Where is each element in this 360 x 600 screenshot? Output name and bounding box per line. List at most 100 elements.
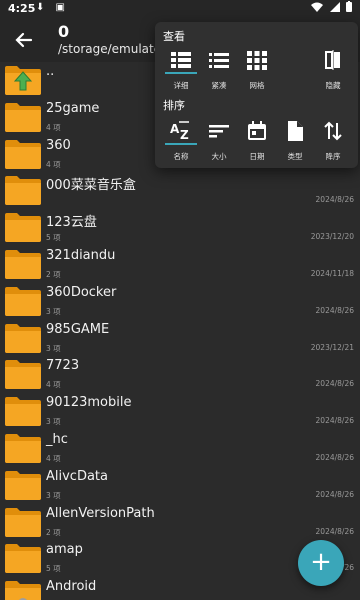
file-name: amap [46,542,83,558]
file-name: AlivcData [46,468,108,484]
sort-size-option[interactable]: 大小 [199,119,239,171]
hide-label: 隐藏 [325,81,341,90]
sort-direction-option[interactable]: 降序 [313,119,353,171]
item-count-label: 5 项 [46,564,61,574]
item-count-label: 4 项 [46,122,61,132]
folder-icon [4,506,42,538]
list-item[interactable]: 985GAME 3 项 2023/12/21 [0,320,360,356]
view-grid-label: 网格 [249,81,265,90]
file-name: 360 [46,137,71,153]
modified-date: 2024/8/26 [315,489,354,499]
item-count-label: 3 项 [46,490,61,500]
sort-direction-label: 降序 [325,152,341,161]
view-compact-icon [207,48,231,72]
svg-text:Z: Z [180,128,189,142]
add-button[interactable]: + [298,540,344,586]
file-name: Android [46,579,97,595]
file-name: 90123mobile [46,395,132,411]
selected-indicator [165,72,197,74]
android-folder-icon [4,579,42,600]
folder-icon [4,248,42,280]
modified-date: 2024/8/26 [315,379,354,389]
parent-folder-icon [4,64,42,96]
sort-date-label: 日期 [249,152,265,161]
file-name: AllenVersionPath [46,505,155,521]
modified-date: 2024/8/26 [315,195,354,205]
notification-icons: ⬇ ▣ [36,2,70,13]
item-count-label: 3 项 [46,306,61,316]
item-count-label: 3 项 [46,417,61,427]
item-count-label: 2 项 [46,270,61,279]
list-item[interactable]: 123云盘 5 项 2023/12/20 [0,209,360,245]
view-grid-option[interactable]: 网格 [237,48,277,100]
modified-date: 2024/8/26 [315,526,354,536]
item-count-label: 4 项 [46,159,61,169]
sort-name-label: 名称 [173,152,189,161]
signal-icon [329,2,340,12]
file-name: 321diandu [46,248,116,263]
modified-date: 2024/8/26 [315,453,354,462]
list-item[interactable]: 000菜菜音乐盒 2024/8/26 [0,172,360,208]
folder-icon [4,395,42,427]
sort-type-option[interactable]: 类型 [275,119,315,171]
item-count-label: 4 项 [46,454,61,463]
battery-icon [346,1,352,12]
folder-icon [4,469,42,501]
calendar-icon [245,119,269,143]
hide-option[interactable]: 隐藏 [313,48,353,100]
sort-direction-icon [321,119,345,143]
file-name: 360Docker [46,284,117,300]
folder-icon [4,174,42,206]
folder-icon [4,211,42,243]
list-item[interactable]: AlivcData 3 项 2024/8/26 [0,467,360,503]
status-time: 4:25 [8,2,36,15]
item-count-label: 2 项 [46,527,61,537]
list-item[interactable]: 7723 4 项 2024/8/26 [0,356,360,392]
status-bar: 4:25 ⬇ ▣ [0,0,360,18]
file-type-icon [283,119,307,143]
sort-size-icon [207,119,231,143]
folder-icon [4,358,42,390]
view-grid-icon [245,48,269,72]
view-sort-menu: 查看 详细 紧凑 网格 隐藏 排序 AZ 名称 大小 日期 类型 降序 [155,22,358,168]
item-count-label: 4 项 [46,380,61,390]
selected-indicator [165,143,197,145]
system-status-icons [311,1,352,15]
list-item[interactable]: AllenVersionPath 2 项 2024/8/26 [0,504,360,540]
list-item[interactable]: 360Docker 3 项 2024/8/26 [0,283,360,319]
file-name: 7723 [46,358,80,374]
back-arrow-icon[interactable] [10,26,38,54]
view-compact-label: 紧凑 [211,81,227,90]
sort-size-label: 大小 [211,152,227,161]
sort-section-title: 排序 [163,99,185,112]
modified-date: 2024/11/18 [310,269,354,278]
modified-date: 2023/12/20 [310,232,354,242]
folder-icon [4,432,42,464]
file-name: _hc [46,432,68,447]
svg-text:A: A [170,122,180,136]
file-name: 985GAME [46,321,110,337]
view-detail-label: 详细 [173,81,189,90]
sort-date-option[interactable]: 日期 [237,119,277,171]
view-compact-option[interactable]: 紧凑 [199,48,239,100]
file-name: 25game [46,100,100,116]
file-name: 000菜菜音乐盒 [46,178,136,194]
view-detail-icon [169,48,193,72]
hide-icon [321,48,345,72]
sort-type-label: 类型 [287,152,303,161]
sort-name-option[interactable]: AZ 名称 [161,119,201,171]
list-item[interactable]: 321diandu 2 项 2024/11/18 [0,246,360,282]
folder-icon [4,542,42,574]
folder-icon [4,285,42,317]
modified-date: 2024/8/26 [315,416,354,426]
file-name: 123云盘 [46,215,97,231]
item-count-label: 5 项 [46,233,61,243]
modified-date: 2024/8/26 [315,305,354,315]
folder-icon [4,138,42,170]
file-name: .. [46,64,55,79]
list-item[interactable]: 90123mobile 3 项 2024/8/26 [0,393,360,429]
modified-date: 2023/12/21 [310,342,354,352]
list-item[interactable]: _hc 4 项 2024/8/26 [0,430,360,466]
view-detail-option[interactable]: 详细 [161,48,201,100]
folder-icon [4,322,42,354]
